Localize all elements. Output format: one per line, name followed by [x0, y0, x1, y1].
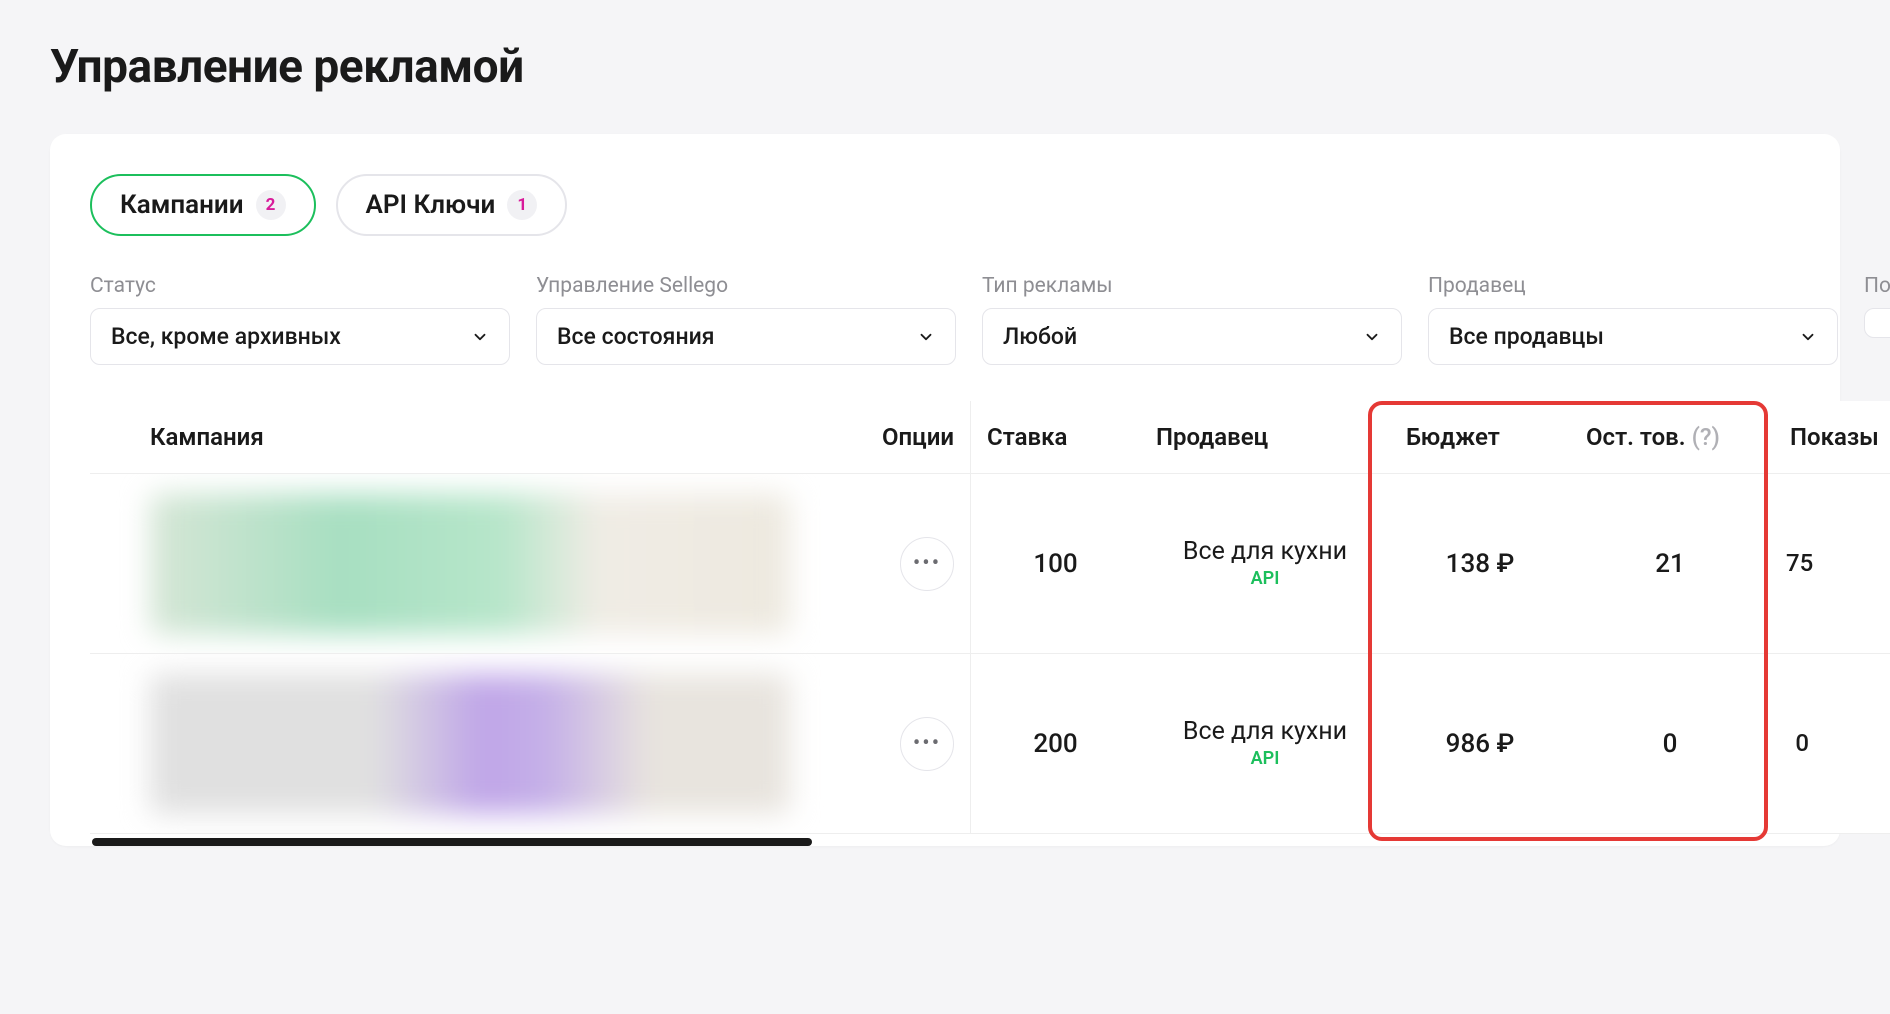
cell-bid: 100 [970, 474, 1140, 654]
filter-adtype-select[interactable]: Любой [982, 308, 1402, 365]
tab-api-keys[interactable]: API Ключи 1 [336, 174, 568, 236]
cell-options: ••• [830, 654, 970, 834]
filters-row: Статус Все, кроме архивных Управление Se… [90, 274, 1840, 365]
ellipsis-icon: ••• [913, 551, 941, 576]
filter-status: Статус Все, кроме архивных [90, 274, 510, 365]
filter-seller-select[interactable]: Все продавцы [1428, 308, 1838, 365]
tab-badge: 1 [507, 190, 537, 220]
cell-seller: Все для кухни API [1140, 654, 1390, 834]
th-shows[interactable]: Показы [1770, 401, 1880, 474]
cell-shows: 0 [1770, 654, 1825, 834]
filter-value: Все состояния [557, 323, 714, 350]
shows-value: 75 [1786, 549, 1813, 577]
options-menu-button[interactable]: ••• [900, 717, 954, 771]
cell-stock: 21 [1570, 474, 1770, 654]
cell-stock: 0 [1570, 654, 1770, 834]
budget-value: 138 ₽ [1446, 549, 1515, 579]
cell-seller: Все для кухни API [1140, 474, 1390, 654]
filter-cutoff: По [1864, 274, 1890, 365]
th-stock-label: Ост. тов. [1586, 423, 1686, 451]
filter-manage: Управление Sellego Все состояния [536, 274, 956, 365]
table-row[interactable]: ••• 200 Все для кухни API 986 ₽ 0 0 0 [90, 654, 1890, 834]
chevron-down-icon [471, 328, 489, 346]
filter-label: Управление Sellego [536, 274, 956, 298]
th-stock[interactable]: Ост. тов. (?) [1570, 401, 1770, 474]
th-bid[interactable]: Ставка [970, 401, 1140, 474]
stock-value: 0 [1663, 729, 1678, 759]
horizontal-scrollbar[interactable] [92, 838, 812, 846]
seller-name: Все для кухни [1183, 538, 1347, 566]
tab-campaigns[interactable]: Кампании 2 [90, 174, 316, 236]
seller-api-tag: API [1251, 569, 1280, 589]
seller-name: Все для кухни [1183, 718, 1347, 746]
cell-campaign [90, 654, 830, 834]
filter-status-select[interactable]: Все, кроме архивных [90, 308, 510, 365]
filter-seller: Продавец Все продавцы [1428, 274, 1838, 365]
tab-label: Кампании [120, 190, 244, 220]
blurred-campaign-thumbnail [150, 494, 790, 634]
chevron-down-icon [1363, 328, 1381, 346]
filter-cutoff-select[interactable] [1864, 308, 1890, 338]
blurred-campaign-thumbnail [150, 674, 790, 814]
budget-value: 986 ₽ [1446, 729, 1515, 759]
chevron-down-icon [1799, 328, 1817, 346]
header-action-placeholder [1800, 47, 1840, 87]
cell-budget: 138 ₽ [1390, 474, 1570, 654]
filter-value: Любой [1003, 323, 1077, 350]
th-budget[interactable]: Бюджет [1390, 401, 1570, 474]
tabs-row: Кампании 2 API Ключи 1 [90, 174, 1840, 236]
cell-bid: 200 [970, 654, 1140, 834]
filter-value: Все продавцы [1449, 323, 1604, 350]
cell-sparkline [1825, 654, 1880, 834]
th-campaign[interactable]: Кампания [90, 401, 830, 474]
chevron-down-icon [917, 328, 935, 346]
cell-campaign [90, 474, 830, 654]
filter-label: Продавец [1428, 274, 1838, 298]
help-icon[interactable]: (?) [1692, 423, 1720, 451]
sparkline-chart [1841, 721, 1864, 767]
filter-label: Тип рекламы [982, 274, 1402, 298]
cell-sparkline [1825, 474, 1880, 654]
filter-value: Все, кроме архивных [111, 323, 341, 350]
stock-value: 21 [1655, 549, 1685, 579]
tab-label: API Ключи [366, 190, 496, 220]
th-options: Опции [830, 401, 970, 474]
campaigns-card: Кампании 2 API Ключи 1 Статус Все, кроме… [50, 134, 1840, 846]
filter-adtype: Тип рекламы Любой [982, 274, 1402, 365]
table-area: Кампания Опции Ставка Продавец Бюджет Ос… [90, 401, 1840, 846]
table-row[interactable]: ••• 100 Все для кухни API 138 ₽ 21 75 1 [90, 474, 1890, 654]
cell-options: ••• [830, 474, 970, 654]
cell-k: 0 [1880, 654, 1890, 834]
bid-value: 100 [1033, 549, 1077, 579]
tab-badge: 2 [256, 190, 286, 220]
th-seller[interactable]: Продавец [1140, 401, 1390, 474]
th-k[interactable]: К [1880, 401, 1890, 474]
filter-label: По [1864, 274, 1890, 298]
shows-value: 0 [1795, 729, 1809, 757]
page-title: Управление рекламой [50, 40, 524, 94]
cell-budget: 986 ₽ [1390, 654, 1570, 834]
filter-label: Статус [90, 274, 510, 298]
cell-shows: 75 [1770, 474, 1825, 654]
campaigns-table: Кампания Опции Ставка Продавец Бюджет Ос… [90, 401, 1890, 834]
sparkline-chart [1841, 541, 1864, 587]
cell-k: 1 [1880, 474, 1890, 654]
bid-value: 200 [1033, 729, 1077, 759]
seller-api-tag: API [1251, 749, 1280, 769]
filter-manage-select[interactable]: Все состояния [536, 308, 956, 365]
options-menu-button[interactable]: ••• [900, 537, 954, 591]
ellipsis-icon: ••• [913, 731, 941, 756]
